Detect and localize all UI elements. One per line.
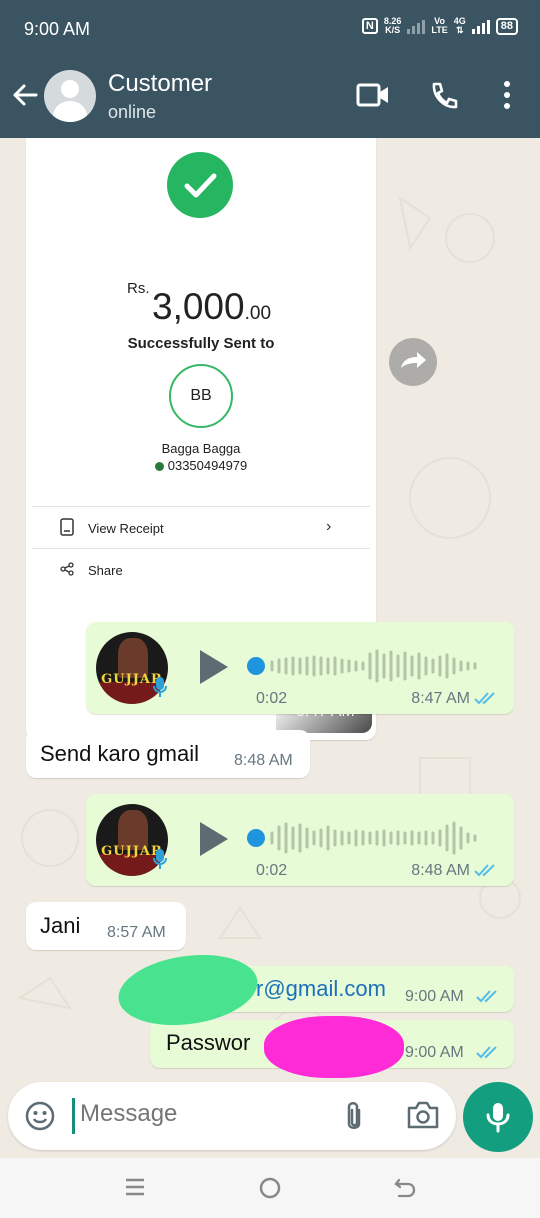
redaction-scribble-pink [264,1016,404,1078]
message-time: 9:00 AM [405,988,464,1005]
more-options-icon[interactable] [500,80,514,110]
message-text-password: Passwor [166,1030,251,1055]
currency-label: Rs. [127,280,150,297]
play-icon[interactable] [200,822,228,856]
emoji-icon[interactable] [24,1100,56,1132]
status-bar: 9:00 AM N 8.26 K/S Vo LTE 4G ⇅ 88 [0,0,540,58]
network-type: 4G ⇅ [453,16,466,35]
signal-icon-sim1 [471,18,490,34]
double-check-read-icon [474,864,495,877]
nfc-icon: N [361,18,378,34]
payee-initials: BB [169,364,233,428]
volte-bottom: LTE [431,25,448,35]
message-time: 8:47 AM [411,690,470,707]
play-icon[interactable] [200,650,228,684]
double-check-read-icon [476,990,497,1003]
video-call-icon[interactable] [356,80,390,110]
recent-apps-icon[interactable] [124,1176,146,1198]
voice-duration: 0:02 [256,690,288,707]
voice-duration: 0:02 [256,862,288,879]
back-arrow-icon[interactable] [10,80,40,110]
back-nav-icon[interactable] [394,1176,416,1198]
chat-area[interactable]: Rs. 3,000.00 Successfully Sent to BB Bag… [0,138,540,1080]
divider [32,506,370,507]
incoming-message[interactable]: Jani 8:57 AM [26,902,186,950]
message-composer [8,1082,456,1150]
contact-status: online [108,102,157,122]
text-cursor [72,1098,75,1134]
divider [32,548,370,549]
volte-indicator: Vo LTE [431,17,447,35]
receipt-icon [60,518,74,536]
amount: 3,000.00 [152,286,271,328]
status-time: 9:00 AM [24,19,91,39]
contact-avatar[interactable] [44,70,96,122]
message-input[interactable] [80,1100,320,1128]
share-icon [60,562,74,576]
view-receipt-link[interactable]: View Receipt [88,521,164,536]
mic-icon [486,1103,510,1133]
payee-phone-number: 03350494979 [167,458,248,473]
message-text: Jani [40,913,81,938]
message-time: 8:48 AM [234,752,293,769]
share-link[interactable]: Share [88,563,123,578]
network-type-label: 4G [453,16,466,26]
network-speed-unit: K/S [385,25,401,35]
message-time: 9:00 AM [405,1044,464,1061]
system-navigation-bar [0,1158,540,1218]
payee-name: Bagga Bagga [161,441,241,456]
contact-name[interactable]: Customer [108,70,212,98]
incoming-message[interactable]: Send karo gmail 8:48 AM [26,730,310,778]
success-check-icon [167,152,233,218]
mic-icon [153,677,167,697]
double-check-read-icon [474,692,495,705]
wallet-logo-icon [154,462,164,471]
signal-icon-sim2 [407,18,426,34]
attach-icon[interactable] [342,1100,366,1134]
amount-decimal: .00 [244,303,272,324]
battery-icon: 88 [495,17,518,35]
message-text-email: r@gmail.com [256,976,386,1001]
camera-icon[interactable] [406,1100,440,1130]
status-icons: N 8.26 K/S Vo LTE 4G ⇅ 88 [361,16,518,35]
amount-main: 3,000 [152,286,245,327]
payee-phone: 03350494979 [26,458,376,473]
double-check-read-icon [476,1046,497,1059]
network-speed: 8.26 K/S [384,17,402,35]
message-time: 8:48 AM [411,862,470,879]
chat-header: Customer online [0,58,540,138]
forward-button[interactable] [389,338,437,386]
chevron-right-icon[interactable]: › [326,518,331,536]
waveform [247,649,477,683]
message-text: Send karo gmail [40,741,199,766]
home-icon[interactable] [258,1176,282,1200]
message-time: 8:57 AM [107,924,166,941]
forward-icon [401,352,426,368]
voice-call-icon[interactable] [428,80,460,112]
sent-status: Successfully Sent to [127,335,275,352]
voice-message[interactable]: GUJJAR 0:02 8:47 AM [86,622,514,714]
voice-message[interactable]: GUJJAR 0:02 8:48 AM [86,794,514,886]
record-voice-button[interactable] [463,1082,533,1152]
waveform [247,821,477,855]
mic-icon [153,849,167,869]
